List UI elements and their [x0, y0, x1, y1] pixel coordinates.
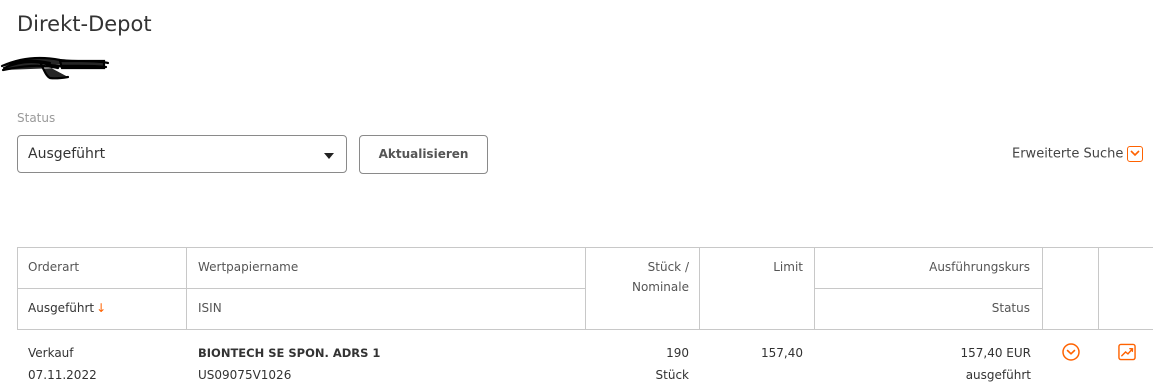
status-label: Status: [17, 111, 56, 125]
row-isin: US09075V1026: [198, 368, 292, 382]
status-select-value: Ausgeführt: [28, 146, 106, 162]
row-unit: Stück: [655, 368, 689, 382]
expand-chevron-icon[interactable]: [1062, 343, 1080, 361]
column-header-ausgefuehrt[interactable]: Ausgeführt ↓: [28, 301, 106, 315]
column-header-wertpapiername[interactable]: Wertpapiername: [198, 260, 298, 274]
table-divider: [186, 247, 187, 330]
column-header-isin[interactable]: ISIN: [198, 301, 222, 315]
chart-icon[interactable]: [1118, 343, 1136, 361]
column-header-ausgefuehrt-label: Ausgeführt: [28, 301, 95, 315]
row-orderart: Verkauf: [28, 346, 74, 360]
advanced-search-label: Erweiterte Suche: [1012, 146, 1124, 162]
status-select[interactable]: Ausgeführt: [17, 135, 347, 173]
table-divider: [699, 247, 700, 330]
row-quantity: 190: [666, 346, 689, 360]
row-status: ausgeführt: [965, 368, 1031, 382]
chevron-down-icon: [324, 153, 334, 159]
row-limit: 157,40: [761, 346, 803, 360]
row-security-name[interactable]: BIONTECH SE SPON. ADRS 1: [198, 346, 380, 360]
row-date: 07.11.2022: [28, 368, 97, 382]
table-divider: [17, 288, 585, 289]
table-divider: [1042, 247, 1043, 330]
column-header-ausfuehrungskurs[interactable]: Ausführungskurs: [820, 260, 1030, 274]
arrow-down-icon: ↓: [96, 301, 107, 315]
table-divider: [814, 288, 1042, 289]
redacted-account-number: [0, 56, 110, 80]
row-execution-price: 157,40 EUR: [960, 346, 1031, 360]
table-divider: [17, 247, 18, 330]
chevron-down-icon: [1127, 146, 1144, 162]
advanced-search-toggle[interactable]: Erweiterte Suche: [1012, 146, 1144, 162]
column-header-status[interactable]: Status: [820, 301, 1030, 315]
refresh-button[interactable]: Aktualisieren: [359, 135, 488, 174]
table-divider: [814, 247, 815, 330]
column-header-orderart[interactable]: Orderart: [28, 260, 79, 274]
table-divider: [585, 247, 586, 330]
column-header-stueck[interactable]: Stück /: [590, 260, 689, 274]
column-header-nominale: Nominale: [631, 280, 689, 294]
page-title: Direkt-Depot: [17, 12, 152, 36]
table-divider: [1098, 247, 1099, 330]
column-header-limit[interactable]: Limit: [705, 260, 803, 274]
